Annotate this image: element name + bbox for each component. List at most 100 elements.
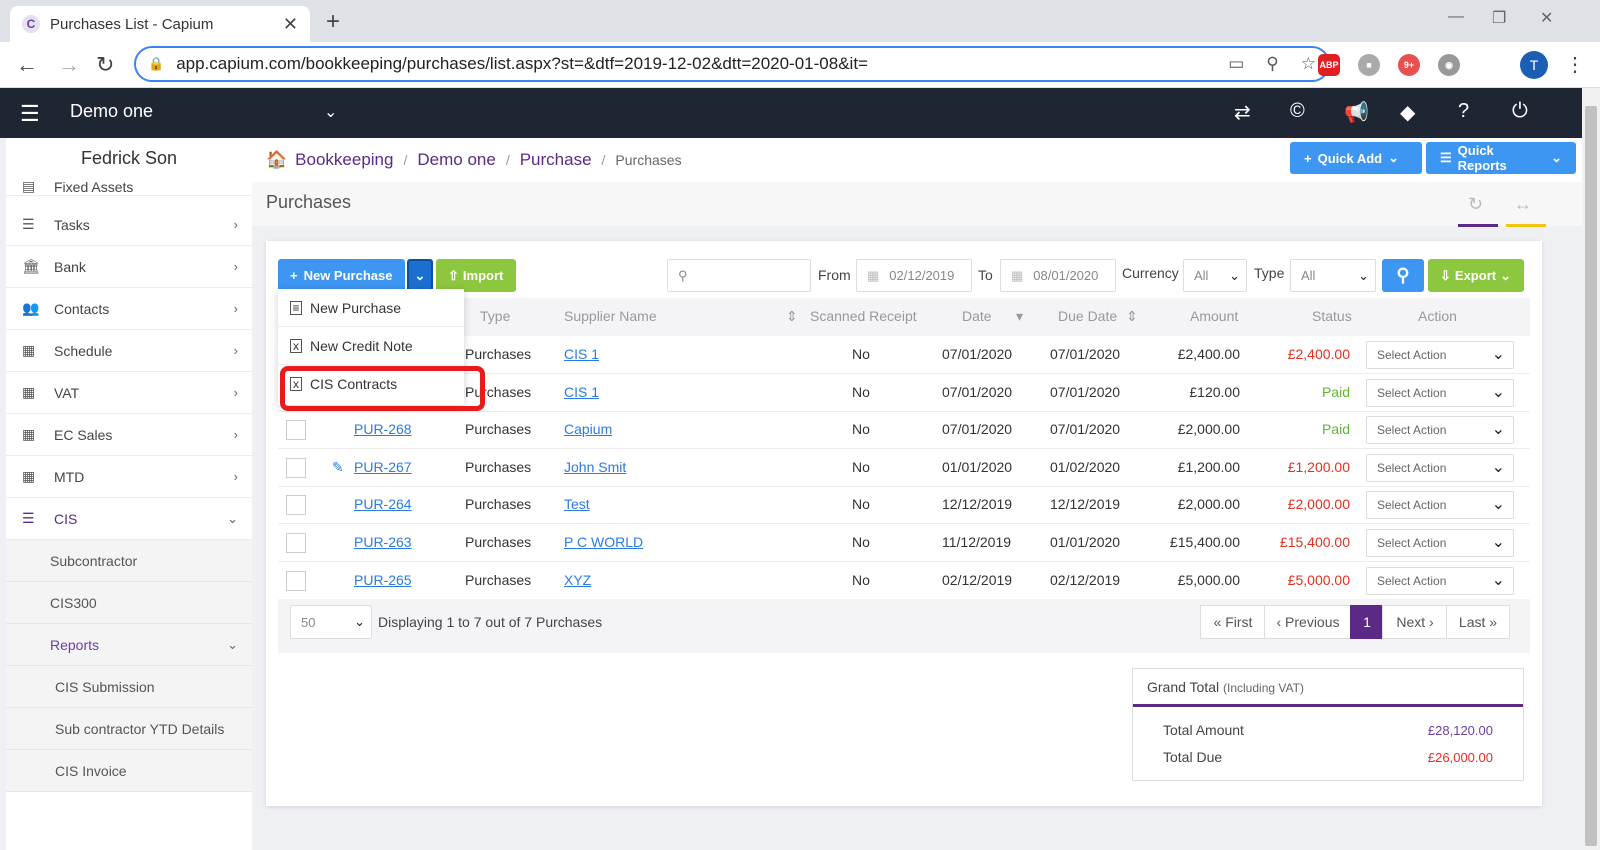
sidebar-item-subcontractor[interactable]: Subcontractor — [6, 540, 252, 582]
address-bar[interactable]: 🔒 app.capium.com/bookkeeping/purchases/l… — [134, 46, 1330, 82]
reload-icon[interactable]: ↻ — [96, 52, 114, 78]
column-header-due-date[interactable]: Due Date — [1058, 308, 1117, 324]
sidebar-item-bank[interactable]: 🏛 Bank › — [6, 246, 252, 288]
expand-icon[interactable]: ↔ — [1514, 194, 1532, 215]
column-header-supplier[interactable]: Supplier Name — [564, 308, 657, 324]
supplier-link[interactable]: Test — [564, 496, 590, 512]
back-icon[interactable]: ← — [16, 52, 38, 78]
select-action-dropdown[interactable]: Select Action ⌄ — [1366, 529, 1514, 557]
sidebar-item-sub-contractor-ytd[interactable]: Sub contractor YTD Details — [6, 708, 252, 750]
supplier-link[interactable]: CIS 1 — [564, 346, 599, 362]
quick-add-button[interactable]: + Quick Add ⌄ — [1290, 142, 1422, 174]
sidebar-item-cis[interactable]: ☰ CIS ⌄ — [6, 498, 252, 540]
bookmark-star-icon[interactable]: ☆ — [1301, 54, 1316, 74]
select-action-dropdown[interactable]: Select Action ⌄ — [1366, 341, 1514, 369]
home-icon[interactable]: 🏠 — [266, 150, 287, 170]
export-button[interactable]: ⇩ Export ⌄ — [1428, 259, 1524, 292]
page-1-button[interactable]: 1 — [1350, 605, 1384, 639]
purchase-ref-link[interactable]: PUR-264 — [354, 496, 412, 512]
help-icon[interactable]: ? — [1458, 100, 1469, 123]
purchase-ref-link[interactable]: PUR-267 — [354, 459, 412, 475]
tag-icon[interactable]: ◆ — [1400, 100, 1415, 125]
profile-avatar[interactable]: T — [1520, 51, 1548, 79]
browser-tab[interactable]: C Purchases List - Capium ✕ — [10, 6, 310, 42]
breadcrumb-purchase[interactable]: Purchase — [520, 150, 592, 170]
menu-item-new-purchase[interactable]: ≡ New Purchase — [278, 289, 464, 327]
search-input[interactable]: ⚲ — [667, 259, 811, 292]
new-purchase-dropdown-toggle[interactable]: ⌄ — [407, 259, 433, 292]
switch-icon[interactable]: ⇄ — [1234, 100, 1251, 125]
sidebar-item-schedule[interactable]: ▦ Schedule › — [6, 330, 252, 372]
sidebar-item-tasks[interactable]: ☰ Tasks › — [6, 204, 252, 246]
supplier-link[interactable]: XYZ — [564, 572, 591, 588]
row-checkbox[interactable] — [286, 533, 306, 553]
type-select[interactable]: All ⌄ — [1290, 259, 1376, 292]
row-checkbox[interactable] — [286, 457, 306, 478]
scroll-thumb[interactable] — [1585, 106, 1597, 846]
import-button[interactable]: ⇧ Import — [436, 259, 516, 292]
cast-icon[interactable]: ▭ — [1228, 54, 1244, 74]
currency-select[interactable]: All ⌄ — [1183, 259, 1247, 292]
supplier-link[interactable]: P C WORLD — [564, 534, 643, 550]
breadcrumb-company[interactable]: Demo one — [417, 150, 495, 170]
breadcrumb-bookkeeping[interactable]: Bookkeeping — [295, 150, 393, 170]
sort-icon[interactable]: ⇕ — [786, 308, 798, 325]
capium-logo-icon[interactable]: © — [1290, 100, 1305, 123]
quick-reports-button[interactable]: ☰ Quick Reports ⌄ — [1426, 142, 1576, 174]
sidebar-item-contacts[interactable]: 👥 Contacts › — [6, 288, 252, 330]
chevron-down-icon[interactable]: ⌄ — [324, 102, 337, 122]
extension-badge-icon[interactable]: 9+ — [1398, 54, 1420, 76]
power-icon[interactable]: ⏻ — [1512, 100, 1528, 123]
camera-icon[interactable]: ◉ — [1438, 54, 1460, 76]
menu-item-new-credit-note[interactable]: x New Credit Note — [278, 327, 464, 365]
select-action-dropdown[interactable]: Select Action ⌄ — [1366, 416, 1514, 445]
refresh-icon[interactable]: ↻ — [1468, 194, 1483, 215]
column-header-type[interactable]: Type — [480, 308, 510, 324]
select-action-dropdown[interactable]: Select Action ⌄ — [1366, 491, 1514, 520]
restore-icon[interactable]: ❐ — [1492, 8, 1506, 28]
next-page-button[interactable]: Next › — [1382, 605, 1448, 639]
search-button[interactable]: ⚲ — [1382, 259, 1424, 292]
close-tab-icon[interactable]: ✕ — [283, 14, 298, 35]
new-purchase-button[interactable]: + New Purchase — [278, 259, 405, 292]
column-header-amount[interactable]: Amount — [1190, 308, 1238, 324]
sidebar-item-cis300[interactable]: CIS300 — [6, 582, 252, 624]
forward-icon[interactable]: → — [58, 52, 80, 78]
select-action-dropdown[interactable]: Select Action ⌄ — [1366, 453, 1514, 482]
column-header-status[interactable]: Status — [1312, 308, 1352, 324]
row-checkbox[interactable] — [286, 495, 306, 516]
supplier-link[interactable]: Capium — [564, 421, 612, 437]
to-date-input[interactable]: ▦ 08/01/2020 — [1000, 259, 1116, 292]
page-size-select[interactable]: 50 ⌄ — [290, 605, 372, 639]
previous-page-button[interactable]: ‹ Previous — [1264, 605, 1352, 639]
column-header-scanned-receipt[interactable]: Scanned Receipt — [810, 308, 917, 324]
sidebar-item-fixed-assets[interactable]: ▤ Fixed Assets — [6, 174, 252, 196]
hamburger-menu-icon[interactable]: ☰ — [20, 101, 40, 127]
purchase-ref-link[interactable]: PUR-268 — [354, 421, 412, 437]
sidebar-item-reports[interactable]: Reports ⌄ — [6, 624, 252, 666]
close-window-icon[interactable]: ✕ — [1540, 8, 1553, 28]
extension-icon[interactable]: ■ — [1358, 54, 1380, 76]
sidebar-item-mtd[interactable]: ▦ MTD › — [6, 456, 252, 498]
last-page-button[interactable]: Last » — [1446, 605, 1510, 639]
select-action-dropdown[interactable]: Select Action ⌄ — [1366, 378, 1514, 407]
company-selector[interactable]: Demo one — [70, 101, 153, 122]
supplier-link[interactable]: CIS 1 — [564, 384, 599, 400]
sort-desc-icon[interactable]: ▾ — [1016, 308, 1023, 325]
sidebar-item-vat[interactable]: ▦ VAT › — [6, 372, 252, 414]
page-scrollbar[interactable] — [1582, 88, 1600, 850]
sort-icon[interactable]: ⇕ — [1126, 308, 1138, 325]
sidebar-item-ec-sales[interactable]: ▦ EC Sales › — [6, 414, 252, 456]
attachment-icon[interactable]: ✎ — [332, 459, 344, 476]
browser-menu-icon[interactable]: ⋮ — [1565, 52, 1585, 77]
column-header-date[interactable]: Date — [962, 308, 992, 324]
row-checkbox[interactable] — [286, 570, 306, 591]
minimize-icon[interactable]: — — [1448, 8, 1464, 26]
select-action-dropdown[interactable]: Select Action ⌄ — [1366, 566, 1514, 595]
zoom-icon[interactable]: ⚲ — [1266, 54, 1278, 74]
first-page-button[interactable]: « First — [1200, 605, 1266, 639]
supplier-link[interactable]: John Smit — [564, 459, 626, 475]
purchase-ref-link[interactable]: PUR-263 — [354, 534, 412, 550]
adblock-icon[interactable]: ABP — [1318, 54, 1340, 76]
new-tab-icon[interactable]: + — [326, 8, 340, 36]
